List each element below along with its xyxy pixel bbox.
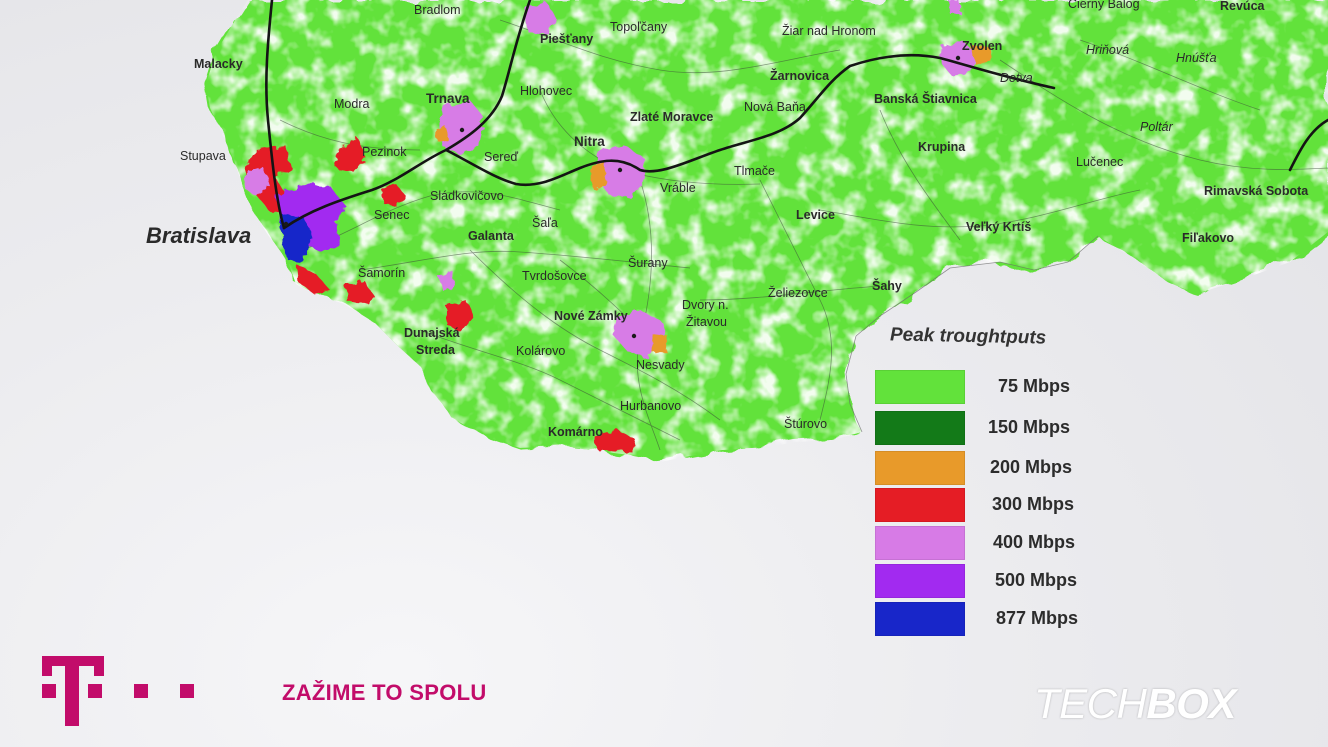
city-label: Zvolen — [962, 39, 1002, 53]
city-label: Trnava — [426, 91, 470, 106]
city-label: Levice — [796, 208, 835, 222]
legend-swatch — [875, 370, 965, 404]
city-label: Nové Zámky — [554, 309, 628, 323]
legend-swatch — [875, 411, 965, 445]
city-label: Štúrovo — [784, 416, 827, 431]
city-label: Vráble — [660, 181, 696, 195]
city-label: Stupava — [180, 149, 226, 163]
capital-label: Bratislava — [146, 223, 251, 248]
city-label: Piešťany — [540, 32, 593, 46]
city-label: Revúca — [1220, 0, 1266, 13]
city-label: Šahy — [872, 278, 902, 293]
city-label: Dunajská — [404, 326, 460, 340]
city-label: Tlmače — [734, 164, 775, 178]
legend-label: 877 Mbps — [996, 608, 1079, 628]
hotspot-novezamky-200 — [652, 334, 668, 354]
hotspot-trnava-200 — [436, 126, 448, 142]
city-label: Sládkovičovo — [430, 189, 504, 203]
legend: Peak troughtputs 75 Mbps 150 Mbps 200 Mb… — [872, 324, 1132, 646]
legend-item: 150 Mbps — [872, 411, 1112, 445]
city-label: Fiľakovo — [1182, 231, 1234, 245]
city-label: Senec — [374, 208, 409, 222]
legend-label: 75 Mbps — [998, 376, 1071, 396]
city-label: Poltár — [1140, 120, 1173, 134]
city-label: Veľký Krtíš — [966, 220, 1031, 234]
city-label: Žiar nad Hronom — [782, 23, 876, 38]
city-label: Nitra — [574, 134, 605, 149]
city-label: Nová Baňa — [744, 100, 806, 114]
city-label: Modra — [334, 97, 369, 111]
hotspot-top-400 — [948, 0, 960, 14]
legend-swatch — [875, 488, 965, 522]
city-label: Topoľčany — [610, 20, 668, 34]
city-label: Malacky — [194, 57, 243, 71]
city-label: Šurany — [628, 255, 668, 270]
legend-item: 75 Mbps — [872, 370, 1112, 404]
legend-title: Peak troughtputs — [890, 324, 1047, 349]
city-label: Nesvady — [636, 358, 685, 372]
city-label: Želiezovce — [768, 285, 828, 300]
city-label: Krupina — [918, 140, 966, 154]
legend-swatch — [875, 564, 965, 598]
watermark-bold: BOX — [1146, 680, 1236, 727]
city-label: Rimavská Sobota — [1204, 184, 1309, 198]
city-label: Žitavou — [686, 314, 727, 329]
city-label: Bradlom — [414, 3, 461, 17]
legend-item: 877 Mbps — [872, 602, 1112, 636]
legend-item: 500 Mbps — [872, 564, 1112, 598]
city-label: Galanta — [468, 229, 515, 243]
techbox-watermark: TECHBOX — [1034, 680, 1236, 728]
legend-swatch — [875, 451, 965, 485]
city-label: Banská Štiavnica — [874, 91, 978, 106]
legend-label: 150 Mbps — [988, 417, 1071, 437]
city-label: Hlohovec — [520, 84, 572, 98]
legend-swatch — [875, 526, 965, 560]
legend-label: 500 Mbps — [995, 570, 1078, 590]
city-label: Detva — [1000, 71, 1033, 85]
city-label: Pezinok — [362, 145, 407, 159]
city-label: Komárno — [548, 425, 603, 439]
legend-label: 400 Mbps — [993, 532, 1076, 552]
legend-swatch — [875, 602, 965, 636]
legend-label: 200 Mbps — [990, 457, 1073, 477]
legend-item: 400 Mbps — [872, 526, 1112, 560]
legend-label: 300 Mbps — [992, 494, 1075, 514]
city-label: Hriňová — [1086, 43, 1129, 57]
city-label: Streda — [416, 343, 456, 357]
city-label: Žarnovica — [770, 68, 830, 83]
city-label: Hnúšťa — [1176, 51, 1217, 65]
city-label: Zlaté Moravce — [630, 110, 713, 124]
city-label: Tvrdošovce — [522, 269, 587, 283]
city-label: Sereď — [484, 150, 518, 164]
legend-item: 200 Mbps — [872, 451, 1112, 485]
city-label: Šaľa — [532, 215, 558, 230]
watermark-light: TECH — [1034, 680, 1147, 727]
city-label: Lučenec — [1076, 155, 1123, 169]
legend-item: 300 Mbps — [872, 488, 1112, 522]
city-label: Kolárovo — [516, 344, 565, 358]
telekom-t-logo — [42, 656, 194, 726]
city-label: Šamorín — [358, 265, 405, 280]
city-label: Čierny Balog — [1068, 0, 1140, 11]
city-label: Dvory n. — [682, 298, 729, 312]
city-label: Hurbanovo — [620, 399, 681, 413]
slogan: ZAŽIME TO SPOLU — [282, 680, 487, 705]
